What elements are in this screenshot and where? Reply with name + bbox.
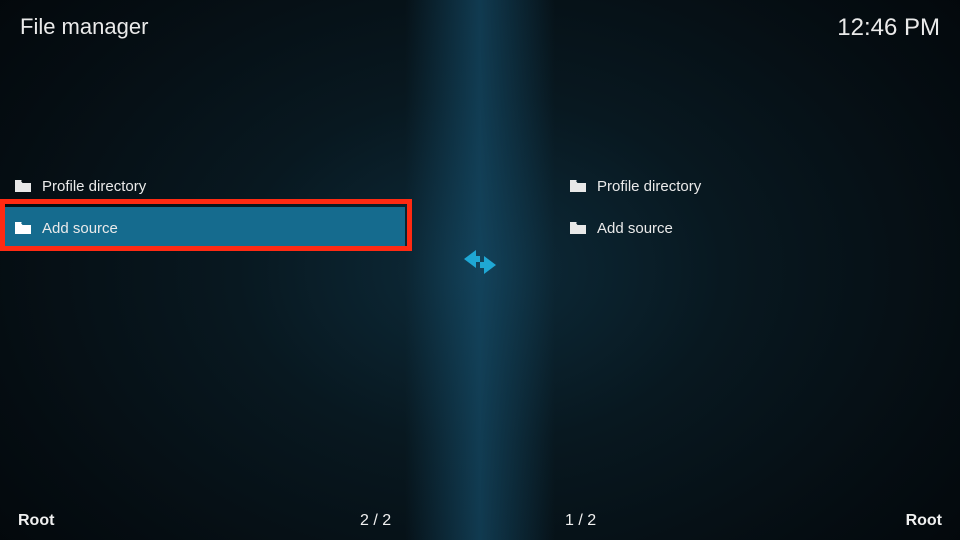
folder-icon	[569, 221, 587, 235]
list-item-add-source[interactable]: Add source	[0, 207, 405, 249]
list-item[interactable]: Profile directory	[555, 165, 960, 207]
list-item-label: Add source	[42, 220, 118, 237]
list-item-label: Profile directory	[42, 178, 146, 195]
folder-icon	[14, 221, 32, 235]
folder-icon	[14, 179, 32, 193]
right-pane: Profile directory Add source	[555, 165, 960, 249]
page-title: File manager	[20, 14, 148, 40]
swap-arrows-icon	[460, 247, 500, 277]
clock: 12:46 PM	[837, 14, 940, 42]
left-pane: Profile directory Add source	[0, 165, 405, 249]
footer: Root 2 / 2 1 / 2 Root	[0, 496, 960, 540]
left-count: 2 / 2	[360, 512, 391, 530]
list-item[interactable]: Add source	[555, 207, 960, 249]
list-item[interactable]: Profile directory	[0, 165, 405, 207]
left-root-label: Root	[18, 512, 54, 530]
list-item-label: Profile directory	[597, 178, 701, 195]
folder-icon	[569, 179, 587, 193]
center-divider	[405, 0, 555, 540]
list-item-label: Add source	[597, 220, 673, 237]
right-root-label: Root	[906, 512, 942, 530]
right-count: 1 / 2	[565, 512, 596, 530]
